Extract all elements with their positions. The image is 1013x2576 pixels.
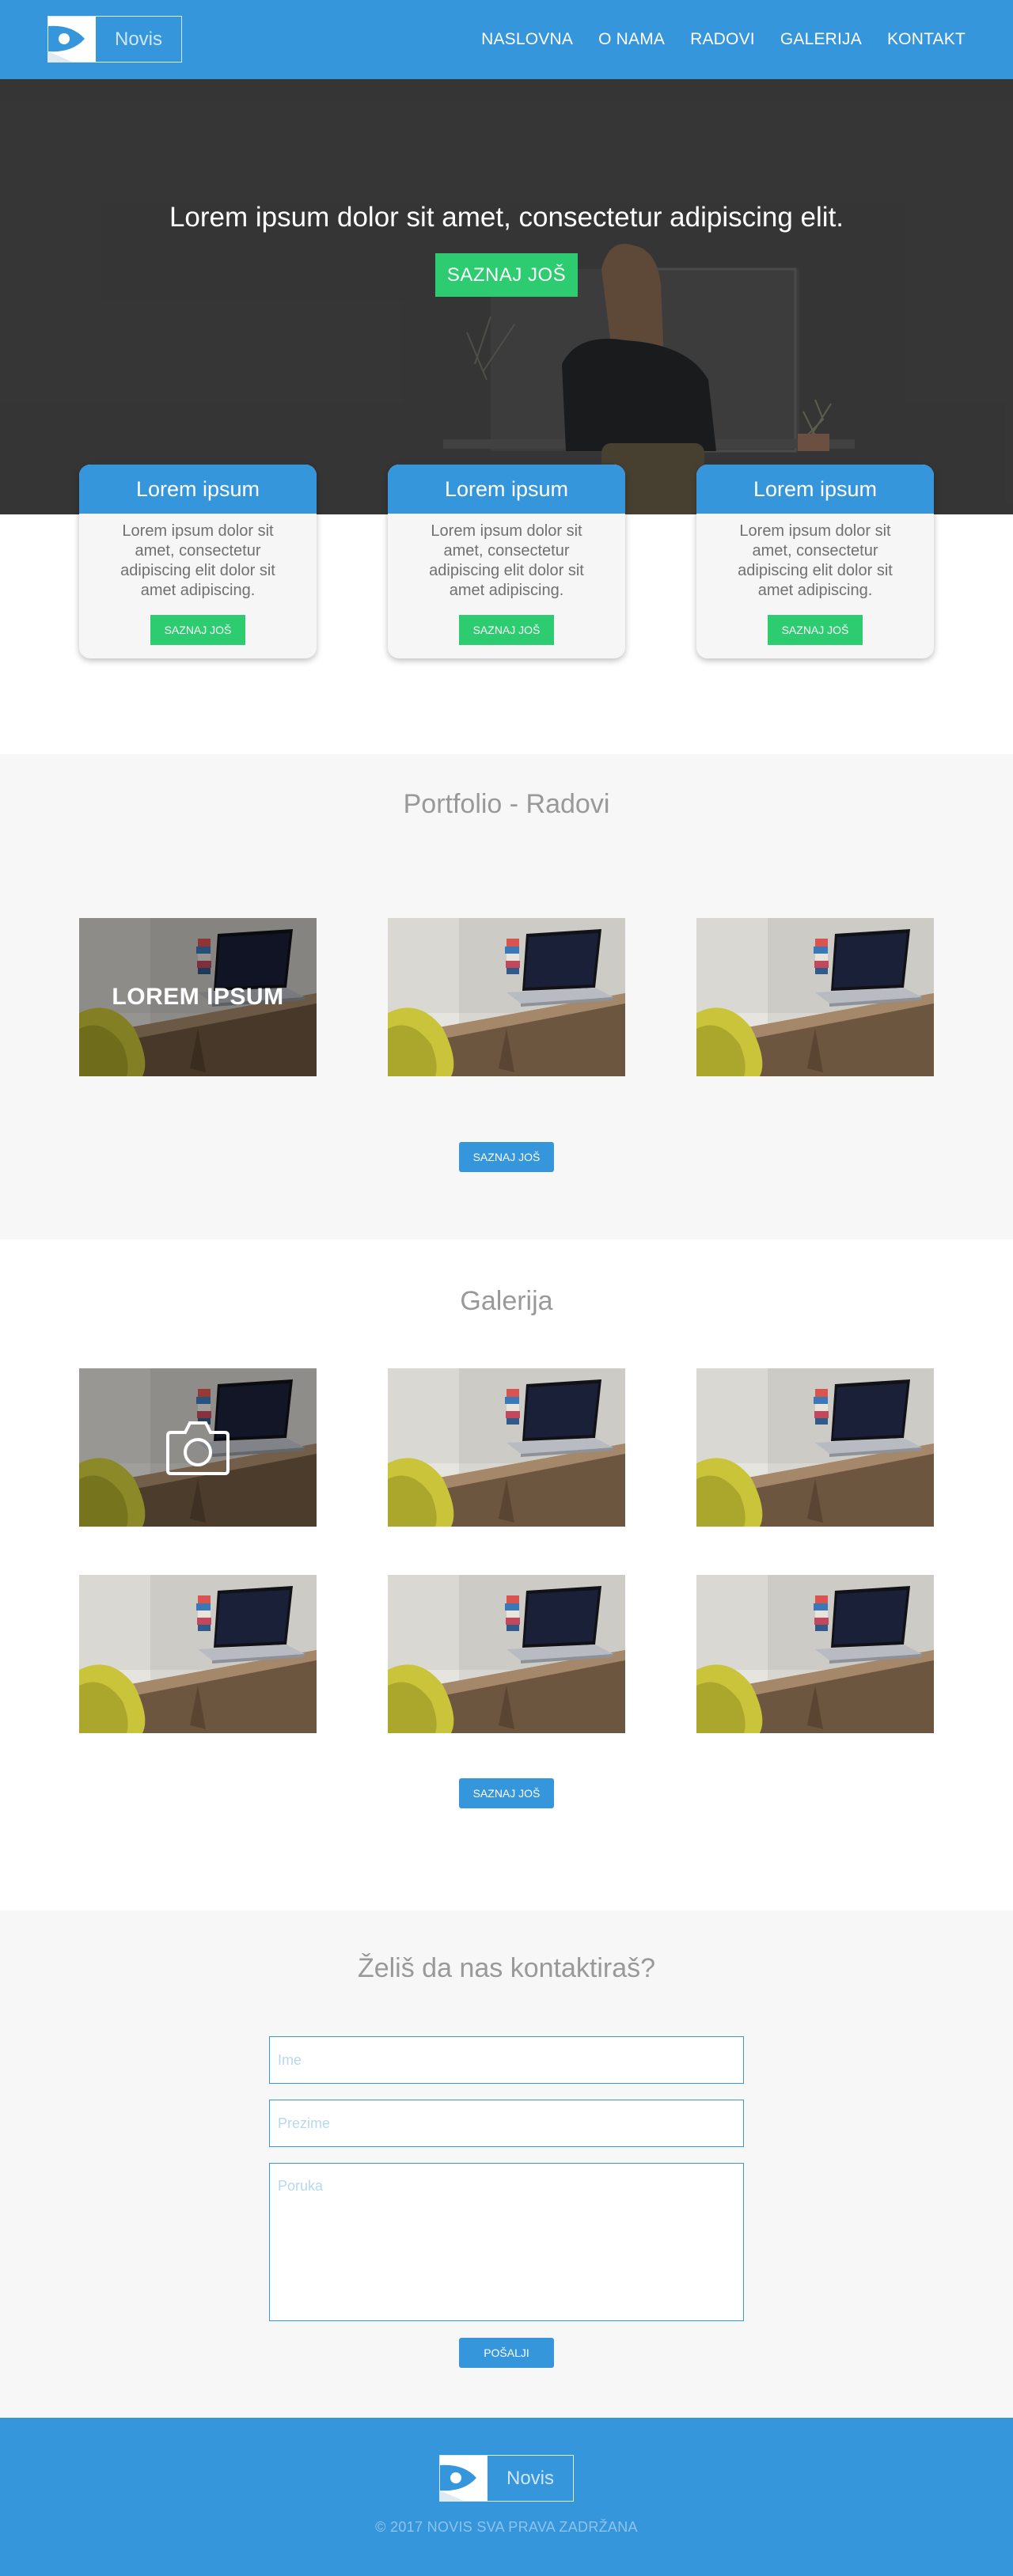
copyright-text: © 2017 NOVIS SVA PRAVA ZADRŽANA (375, 2519, 638, 2535)
gallery-item-1[interactable] (79, 1368, 317, 1527)
portfolio-item-1[interactable]: LOREM IPSUM (79, 918, 317, 1076)
nav-item-naslovna[interactable]: NASLOVNA (481, 30, 573, 49)
desk-photo (388, 1368, 625, 1527)
nav-item-radovi[interactable]: RADOVI (690, 30, 755, 49)
card-learn-more-button[interactable]: SAZNAJ JOŠ (459, 615, 554, 645)
main-nav: NASLOVNA O NAMA RADOVI GALERIJA KONTAKT (456, 0, 966, 79)
card-text: Lorem ipsum dolor sit amet, consectetur … (120, 522, 275, 599)
card-title: Lorem ipsum (696, 465, 934, 514)
nav-item-o-nama[interactable]: O NAMA (598, 30, 665, 49)
portfolio-overlay: LOREM IPSUM (79, 918, 317, 1076)
contact-section: Želiš da nas kontaktiraš? POŠALJI (0, 1910, 1013, 2418)
portfolio-overlay-text: LOREM IPSUM (112, 984, 284, 1010)
hero-background-image (0, 79, 1013, 514)
gallery-title: Galerija (460, 1286, 553, 1316)
card-text: Lorem ipsum dolor sit amet, consectetur … (738, 522, 893, 599)
nav-item-kontakt[interactable]: KONTAKT (887, 30, 966, 49)
portfolio-item-3[interactable] (696, 918, 934, 1076)
logo[interactable]: Novis (47, 16, 182, 63)
desk-photo (696, 1575, 934, 1733)
card-title: Lorem ipsum (388, 465, 625, 514)
gallery-item-2[interactable] (388, 1368, 625, 1527)
surname-field[interactable] (269, 2100, 744, 2147)
card-learn-more-button[interactable]: SAZNAJ JOŠ (150, 615, 245, 645)
gallery-item-5[interactable] (388, 1575, 625, 1733)
footer-logo-text: Novis (506, 2467, 554, 2489)
footer-logo[interactable]: Novis (439, 2455, 574, 2502)
nav-item-galerija[interactable]: GALERIJA (780, 30, 862, 49)
portfolio-section: Portfolio - Radovi LOREM IPSUM SAZNAJ JO… (0, 754, 1013, 1239)
hero-title: Lorem ipsum dolor sit amet, consectetur … (169, 202, 844, 233)
desk-photo (388, 918, 625, 1076)
send-button[interactable]: POŠALJI (459, 2338, 554, 2368)
portfolio-item-2[interactable] (388, 918, 625, 1076)
message-field[interactable] (269, 2163, 744, 2321)
gallery-item-4[interactable] (79, 1575, 317, 1733)
name-field[interactable] (269, 2036, 744, 2084)
desk-photo (388, 1575, 625, 1733)
card-title: Lorem ipsum (79, 465, 317, 514)
desk-photo (696, 918, 934, 1076)
desk-photo (79, 1575, 317, 1733)
card-text: Lorem ipsum dolor sit amet, consectetur … (429, 522, 584, 599)
contact-title: Želiš da nas kontaktiraš? (357, 1953, 656, 1983)
site-footer: Novis © 2017 NOVIS SVA PRAVA ZADRŽANA (0, 2418, 1013, 2576)
card-learn-more-button[interactable]: SAZNAJ JOŠ (768, 615, 863, 645)
gallery-section: Galerija SAZNAJ JOŠ (0, 1239, 1013, 1910)
hero-learn-more-button[interactable]: SAZNAJ JOŠ (435, 253, 578, 297)
camera-icon (166, 1421, 230, 1475)
gallery-overlay (79, 1368, 317, 1527)
hero-section: Lorem ipsum dolor sit amet, consectetur … (0, 79, 1013, 514)
logo-text: Novis (114, 28, 162, 50)
gallery-item-3[interactable] (696, 1368, 934, 1527)
site-header: Novis NASLOVNA O NAMA RADOVI GALERIJA KO… (0, 0, 1013, 79)
desk-photo (696, 1368, 934, 1527)
eye-logo-icon (48, 17, 96, 62)
gallery-item-6[interactable] (696, 1575, 934, 1733)
feature-card-1: Lorem ipsum Lorem ipsum dolor sit amet, … (79, 465, 317, 658)
gallery-learn-more-button[interactable]: SAZNAJ JOŠ (459, 1778, 554, 1808)
feature-card-3: Lorem ipsum Lorem ipsum dolor sit amet, … (696, 465, 934, 658)
portfolio-learn-more-button[interactable]: SAZNAJ JOŠ (459, 1142, 554, 1172)
eye-logo-icon (440, 2456, 488, 2501)
feature-card-2: Lorem ipsum Lorem ipsum dolor sit amet, … (388, 465, 625, 658)
portfolio-title: Portfolio - Radovi (403, 789, 610, 819)
